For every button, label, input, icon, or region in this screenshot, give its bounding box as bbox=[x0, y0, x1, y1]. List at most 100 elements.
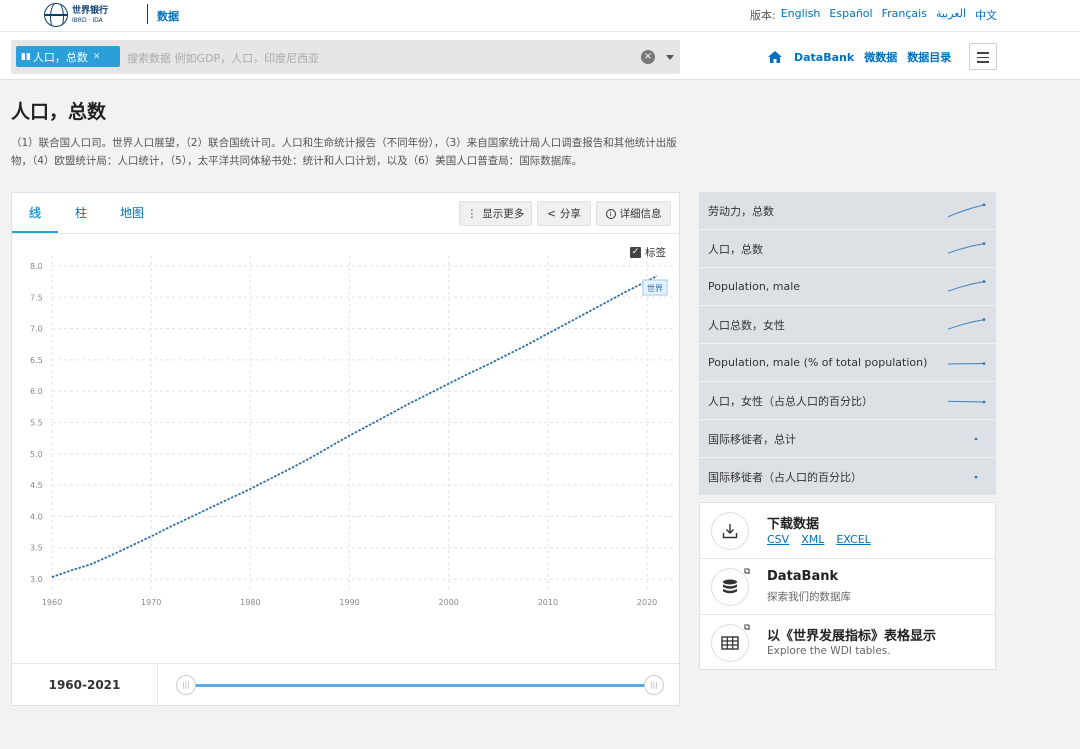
y-tick-label: 4.0 bbox=[30, 512, 43, 521]
download-links: CSV XML EXCEL bbox=[767, 533, 871, 546]
selected-indicator-chip[interactable]: ▮▮ 人口，总数 ✕ bbox=[16, 46, 120, 67]
show-more-button[interactable]: ⋮ 显示更多 bbox=[459, 201, 532, 226]
x-tick-label: 2020 bbox=[637, 598, 657, 607]
download-data-section: 下载数据 CSV XML EXCEL bbox=[700, 503, 995, 559]
globe-icon bbox=[44, 3, 68, 27]
spark-dot bbox=[982, 400, 986, 404]
download-xml-link[interactable]: XML bbox=[801, 533, 824, 546]
top-bar: 世界银行 IBRD · IDA 数据 版本: English Español F… bbox=[0, 0, 1080, 32]
sparkline-icon bbox=[947, 318, 986, 330]
page-title: 人口，总数 bbox=[11, 101, 107, 123]
active-tab-underline bbox=[12, 231, 58, 233]
lang-english[interactable]: English bbox=[781, 7, 821, 23]
external-link-icon: ⧉ bbox=[744, 567, 751, 577]
lang-arabic[interactable]: العربية bbox=[936, 7, 966, 23]
microdata-link[interactable]: 微数据 bbox=[864, 49, 897, 65]
sparkline-icon bbox=[947, 362, 986, 365]
hamburger-menu-icon[interactable] bbox=[969, 43, 997, 70]
list-item[interactable]: Population, male (% of total population) bbox=[699, 344, 996, 381]
databank-title[interactable]: DataBank bbox=[767, 569, 838, 584]
sparkline-icon bbox=[974, 437, 978, 441]
header-divider bbox=[147, 4, 148, 24]
list-item[interactable]: 人口，女性（占总人口的百分比） bbox=[699, 382, 996, 419]
download-title: 下载数据 bbox=[767, 517, 820, 532]
y-tick-label: 7.0 bbox=[30, 325, 43, 334]
wdi-title[interactable]: 以《世界发展指标》表格显示 bbox=[767, 625, 936, 644]
y-tick-label: 3.0 bbox=[30, 575, 43, 584]
spark-dot bbox=[982, 318, 986, 321]
y-tick-label: 8.0 bbox=[30, 262, 43, 271]
download-csv-link[interactable]: CSV bbox=[767, 533, 789, 546]
x-tick-label: 1960 bbox=[42, 598, 62, 607]
sparkline-icon bbox=[947, 400, 986, 404]
slider-handle-start[interactable]: ||| bbox=[176, 675, 196, 695]
wdi-section[interactable]: ⧉ 以《世界发展指标》表格显示 Explore the WDI tables. bbox=[700, 615, 995, 671]
list-item[interactable]: 国际移徙者（占人口的百分比） bbox=[699, 458, 996, 495]
spark-line bbox=[947, 363, 985, 365]
bar-chart-icon: ▮▮ bbox=[21, 51, 31, 62]
databank-section[interactable]: ⧉ DataBank 探索我们的数据库 bbox=[700, 559, 995, 615]
chart-card: 线 柱 地图 ⋮ 显示更多 < 分享 i 详细信息 ✓ 标签 3.0 3.5 4.0… bbox=[11, 192, 680, 706]
lang-french[interactable]: Français bbox=[882, 7, 927, 23]
year-range-slider-track[interactable] bbox=[188, 684, 658, 687]
wdi-subtitle: Explore the WDI tables. bbox=[767, 645, 891, 657]
search-input[interactable]: 搜索数据 例如GDP，人口，印度尼西亚 bbox=[127, 50, 319, 66]
spark-line bbox=[947, 243, 985, 254]
data-catalog-link[interactable]: 数据目录 bbox=[907, 49, 951, 65]
chip-remove-icon[interactable]: ✕ bbox=[93, 52, 101, 62]
more-vertical-icon: ⋮ bbox=[466, 207, 478, 220]
y-tick-label: 6.5 bbox=[30, 356, 43, 365]
home-icon[interactable] bbox=[768, 51, 782, 63]
spark-line bbox=[947, 400, 985, 403]
range-footer: 1960 - 2021 ||| ||| bbox=[12, 663, 679, 706]
source-note: （1）联合国人口司。世界人口展望，（2）联合国统计司。人口和生命统计报告（不同年… bbox=[11, 137, 677, 167]
logo-text-cn: 世界银行 bbox=[72, 5, 109, 16]
language-label: 版本: bbox=[749, 9, 776, 22]
databank-link[interactable]: DataBank bbox=[794, 51, 854, 64]
y-tick-label: 4.5 bbox=[30, 481, 43, 490]
share-icon: < bbox=[547, 207, 556, 220]
chip-label: 人口，总数 bbox=[32, 50, 88, 64]
lang-spanish[interactable]: Español bbox=[829, 7, 872, 23]
spark-dot bbox=[982, 362, 986, 365]
spark-dot bbox=[982, 280, 986, 283]
spark-dot bbox=[974, 437, 978, 441]
tab-line[interactable]: 线 bbox=[29, 204, 41, 221]
databank-subtitle: 探索我们的数据库 bbox=[767, 591, 851, 603]
logo-text-en: IBRD · IDA bbox=[72, 16, 103, 24]
x-tick-label: 2010 bbox=[538, 598, 558, 607]
search-box[interactable]: ▮▮ 人口，总数 ✕ 搜索数据 例如GDP，人口，印度尼西亚 × bbox=[11, 40, 680, 74]
actions-card: 下载数据 CSV XML EXCEL ⧉ DataBank 探索我们的数据库 ⧉… bbox=[699, 502, 996, 670]
download-excel-link[interactable]: EXCEL bbox=[836, 533, 870, 546]
tab-bar[interactable]: 柱 bbox=[75, 204, 87, 221]
y-tick-label: 3.5 bbox=[30, 544, 43, 553]
spark-dot bbox=[982, 242, 986, 245]
download-icon[interactable] bbox=[711, 512, 749, 550]
chart-tabs: 线 柱 地图 ⋮ 显示更多 < 分享 i 详细信息 bbox=[12, 193, 679, 234]
chevron-down-icon[interactable] bbox=[666, 55, 674, 60]
world-bank-logo[interactable]: 世界银行 IBRD · IDA bbox=[44, 2, 114, 28]
lang-chinese[interactable]: 中文 bbox=[975, 7, 997, 23]
nav-data-link[interactable]: 数据 bbox=[157, 8, 179, 24]
sparkline-icon bbox=[947, 242, 986, 254]
list-item[interactable]: 劳动力，总数 bbox=[699, 192, 996, 229]
x-tick-label: 1990 bbox=[339, 598, 359, 607]
info-icon: i bbox=[605, 208, 616, 219]
y-tick-label: 6.0 bbox=[30, 387, 43, 396]
sparkline-icon bbox=[947, 280, 986, 292]
right-nav: DataBank 微数据 数据目录 bbox=[768, 49, 961, 65]
spark-line bbox=[947, 319, 985, 330]
list-item[interactable]: 人口总数，女性 bbox=[699, 306, 996, 343]
list-item[interactable]: 人口，总数 bbox=[699, 230, 996, 267]
share-button[interactable]: < 分享 bbox=[537, 201, 591, 226]
spark-line bbox=[947, 204, 985, 218]
line-chart[interactable]: 3.0 3.5 4.0 4.5 5.0 5.5 6.0 6.5 7.0 7.5 8.0 1960 197… bbox=[12, 234, 679, 662]
list-item[interactable]: 国际移徙者，总计 bbox=[699, 420, 996, 457]
list-item[interactable]: Population, male bbox=[699, 268, 996, 305]
search-row: ▮▮ 人口，总数 ✕ 搜索数据 例如GDP，人口，印度尼西亚 × DataBan… bbox=[0, 32, 1080, 80]
slider-handle-end[interactable]: ||| bbox=[644, 675, 664, 695]
clear-icon[interactable]: × bbox=[641, 50, 655, 64]
y-tick-label: 5.5 bbox=[30, 419, 43, 428]
tab-map[interactable]: 地图 bbox=[120, 204, 144, 221]
details-button[interactable]: i 详细信息 bbox=[596, 201, 671, 226]
